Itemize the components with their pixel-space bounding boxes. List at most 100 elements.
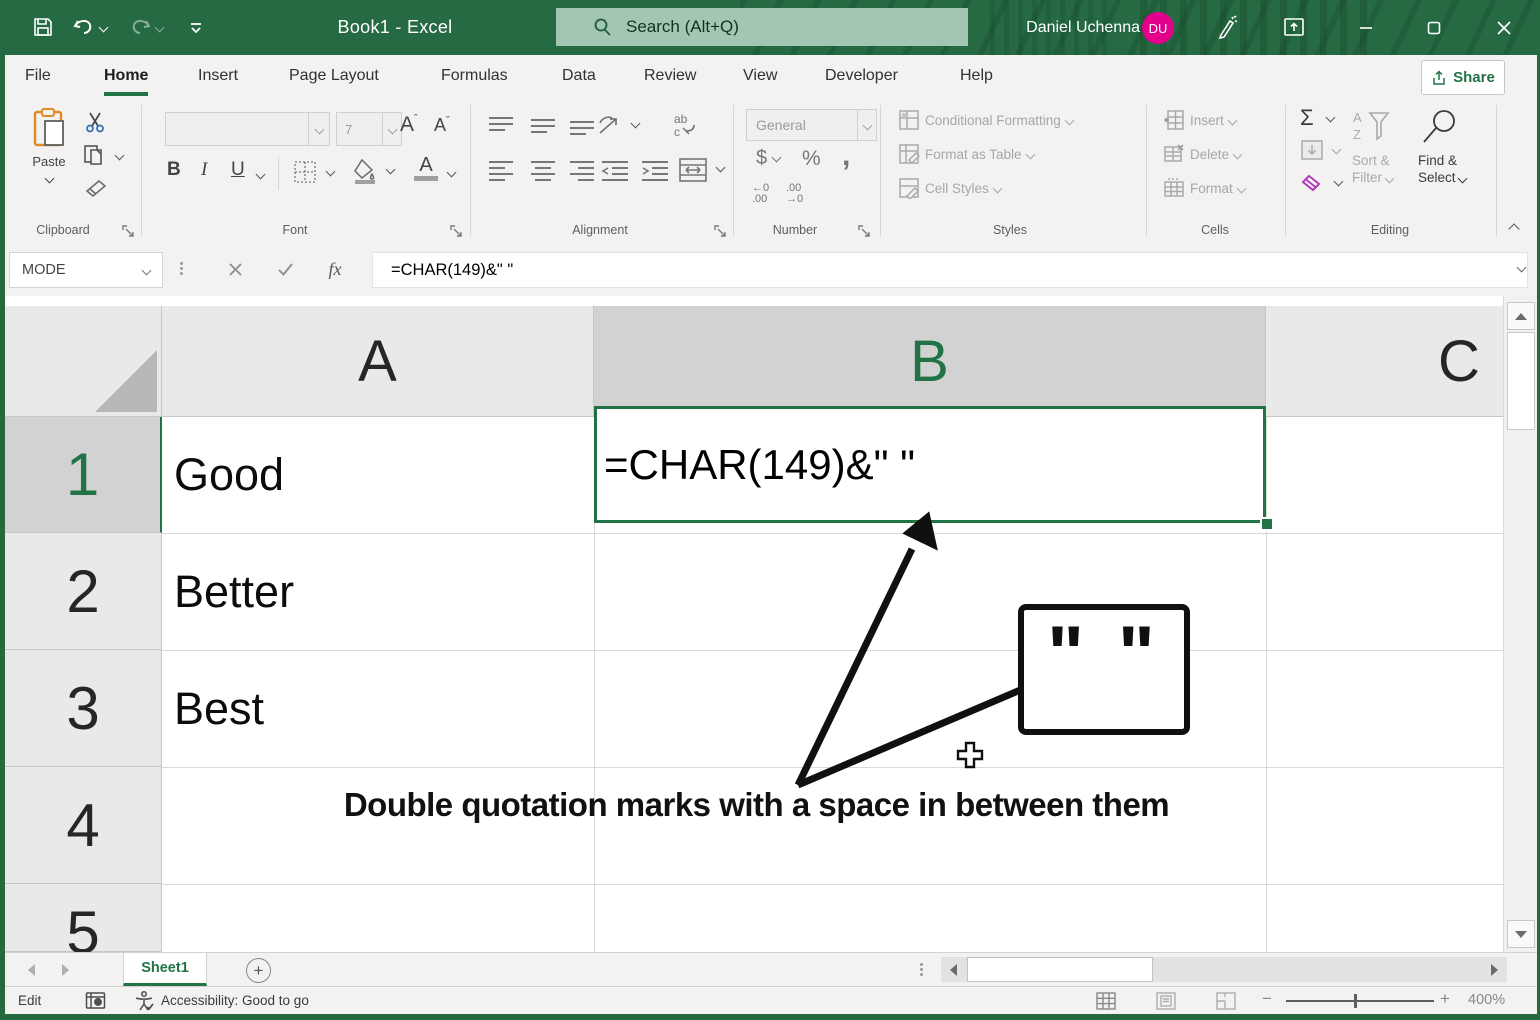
find-select-button[interactable]: Find & Select [1418, 107, 1466, 186]
font-color-dropdown-chevron[interactable] [447, 168, 457, 178]
scroll-down-button[interactable] [1507, 920, 1535, 948]
number-dialog-launcher[interactable] [858, 225, 871, 238]
increase-decimal-button[interactable]: ←0.00 [752, 183, 769, 205]
tab-file[interactable]: File [25, 55, 51, 97]
conditional-formatting-button[interactable]: Conditional Formatting [898, 109, 1073, 131]
comma-style-button[interactable]: , [842, 139, 850, 173]
font-dialog-launcher[interactable] [450, 225, 463, 238]
accessibility-status[interactable]: Accessibility: Good to go [161, 993, 309, 1008]
row-header-4[interactable]: 4 [5, 767, 162, 884]
tab-data[interactable]: Data [562, 55, 596, 97]
zoom-out-button[interactable]: − [1262, 989, 1272, 1009]
insert-cells-button[interactable]: Insert [1163, 109, 1236, 131]
minimize-button[interactable] [1342, 0, 1390, 55]
cell-mode-indicator[interactable]: Edit [18, 993, 41, 1008]
formula-input[interactable]: =CHAR(149)&" " [372, 252, 1528, 288]
number-format-combo[interactable]: General [746, 109, 877, 141]
decrease-decimal-button[interactable]: .00→0 [786, 183, 803, 205]
font-size-combo[interactable]: 7 [336, 112, 402, 146]
align-left-icon[interactable] [487, 159, 515, 183]
zoom-level[interactable]: 400% [1468, 992, 1505, 1008]
bold-button[interactable]: B [167, 159, 181, 181]
ribbon-display-options-button[interactable] [1282, 10, 1306, 44]
align-middle-icon[interactable] [529, 115, 557, 137]
row-header-5[interactable]: 5 [5, 884, 162, 952]
row-header-3[interactable]: 3 [5, 650, 162, 767]
underline-dropdown-chevron[interactable] [256, 170, 266, 180]
clear-button[interactable] [1300, 171, 1342, 200]
accounting-format-button[interactable]: $ [756, 147, 780, 170]
cut-button[interactable] [84, 111, 106, 138]
horizontal-scrollbar-thumb[interactable] [967, 957, 1153, 982]
align-bottom-icon[interactable] [568, 115, 596, 137]
page-break-view-icon[interactable] [1216, 992, 1236, 1010]
fill-button[interactable] [1300, 139, 1340, 166]
vertical-scrollbar-thumb[interactable] [1507, 332, 1535, 430]
cell-A3[interactable]: Best [162, 650, 606, 767]
underline-button[interactable]: U [231, 159, 245, 181]
cancel-button[interactable] [215, 252, 255, 286]
close-button[interactable] [1480, 0, 1528, 55]
scroll-left-button[interactable] [941, 957, 966, 982]
scroll-up-button[interactable] [1507, 302, 1535, 330]
align-center-icon[interactable] [529, 159, 557, 183]
tab-scroll-splitter[interactable] [920, 961, 923, 978]
autosum-button[interactable]: Σ [1300, 105, 1334, 131]
delete-cells-button[interactable]: Delete [1163, 143, 1241, 165]
wrap-text-button[interactable]: ab c [672, 111, 702, 144]
column-header-C[interactable]: C [1266, 306, 1508, 417]
page-layout-view-icon[interactable] [1156, 992, 1176, 1010]
tab-insert[interactable]: Insert [198, 55, 238, 97]
quick-access-customize-button[interactable] [188, 10, 204, 44]
select-all-corner[interactable] [5, 306, 162, 417]
vertical-scrollbar[interactable] [1503, 296, 1536, 952]
zoom-slider-track[interactable] [1286, 1000, 1434, 1002]
orientation-button[interactable] [596, 111, 639, 144]
tab-developer[interactable]: Developer [825, 55, 898, 97]
enter-button[interactable] [265, 252, 305, 286]
name-box[interactable]: MODE [9, 252, 163, 288]
maximize-button[interactable] [1410, 0, 1458, 55]
column-header-A[interactable]: A [162, 306, 594, 417]
previous-sheet-button[interactable] [28, 964, 35, 976]
copy-button[interactable] [82, 143, 123, 172]
align-top-icon[interactable] [487, 115, 515, 137]
cell-A2[interactable]: Better [162, 533, 606, 650]
insert-function-button[interactable]: fx [315, 252, 355, 286]
search-input[interactable]: Search (Alt+Q) [556, 8, 968, 46]
pen-sparkle-button[interactable] [1212, 10, 1238, 44]
font-color-button[interactable]: A [414, 155, 438, 181]
fill-color-button[interactable] [352, 157, 394, 190]
merge-center-button[interactable] [678, 157, 724, 188]
next-sheet-button[interactable] [62, 964, 69, 976]
increase-font-size-button[interactable]: Aˆ [400, 113, 418, 137]
font-name-combo[interactable] [165, 112, 330, 146]
collapse-ribbon-button[interactable] [1508, 223, 1519, 234]
redo-button[interactable] [128, 10, 163, 44]
format-painter-button[interactable] [84, 177, 108, 204]
tab-home[interactable]: Home [104, 55, 148, 97]
sort-filter-button[interactable]: A Z Sort & Filter [1352, 109, 1393, 186]
sheet-tab-sheet1[interactable]: Sheet1 [123, 953, 207, 986]
percent-style-button[interactable]: % [802, 147, 821, 171]
scroll-right-button[interactable] [1482, 957, 1507, 982]
horizontal-scrollbar[interactable] [941, 957, 1507, 982]
decrease-font-size-button[interactable]: Aˇ [434, 115, 450, 136]
row-header-2[interactable]: 2 [5, 533, 162, 650]
italic-button[interactable]: I [201, 159, 207, 181]
tab-review[interactable]: Review [644, 55, 696, 97]
borders-button[interactable] [292, 159, 334, 190]
column-header-B[interactable]: B [594, 306, 1266, 417]
row-header-1[interactable]: 1 [5, 417, 162, 533]
macro-record-icon[interactable] [85, 991, 106, 1010]
active-cell-B1[interactable]: =CHAR(149)&" " [594, 406, 1266, 523]
save-button[interactable] [32, 10, 54, 44]
zoom-slider-thumb[interactable] [1354, 994, 1357, 1008]
paste-button[interactable]: Paste [20, 107, 78, 187]
undo-button[interactable] [72, 10, 107, 44]
tab-page-layout[interactable]: Page Layout [289, 55, 379, 97]
format-cells-button[interactable]: Format [1163, 177, 1245, 199]
accessibility-icon[interactable] [133, 990, 155, 1012]
zoom-in-button[interactable]: + [1440, 989, 1450, 1009]
share-button[interactable]: Share [1421, 60, 1505, 95]
